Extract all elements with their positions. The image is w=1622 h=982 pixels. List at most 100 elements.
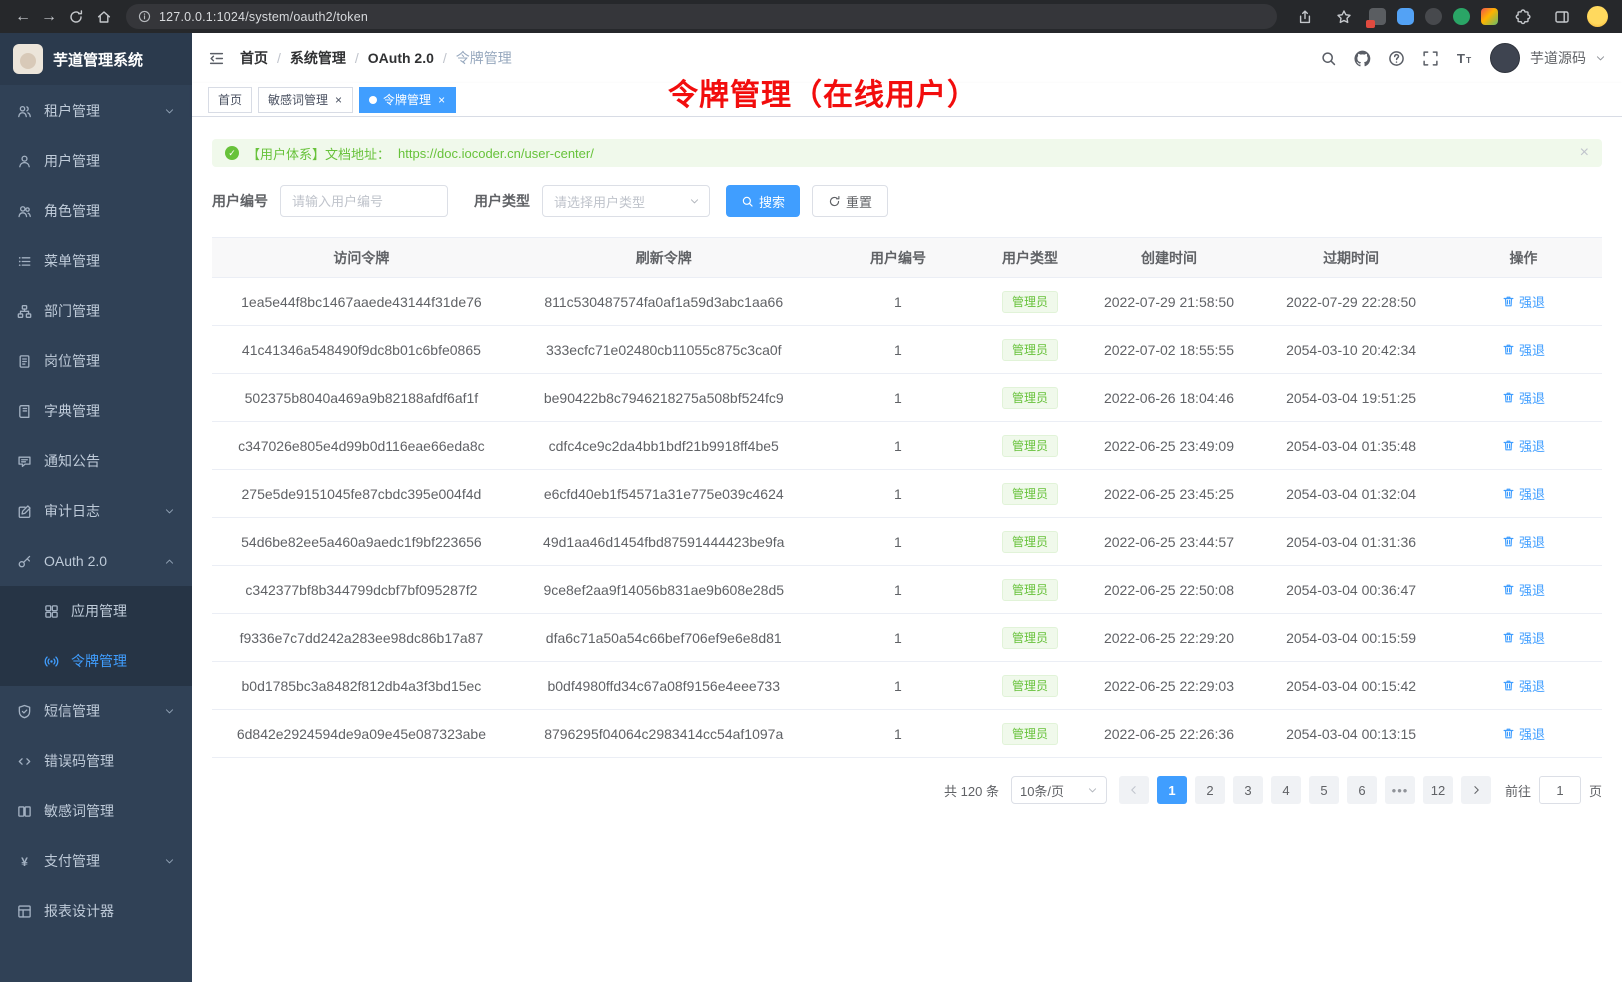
app-logo[interactable]: 芋道管理系统 <box>0 33 192 85</box>
user-type-select[interactable]: 请选择用户类型 <box>542 185 710 217</box>
tab-close-icon[interactable]: × <box>437 94 446 106</box>
tab-label: 敏感词管理 <box>268 91 328 108</box>
page-size-select[interactable]: 10条/页 <box>1011 776 1107 804</box>
sidebar-item-label: 用户管理 <box>44 151 100 171</box>
breadcrumb-item[interactable]: 首页 <box>240 48 268 68</box>
sidebar-item-role[interactable]: 角色管理 <box>0 186 192 236</box>
reset-button-label: 重置 <box>846 192 872 211</box>
sidebar-item-label: 角色管理 <box>44 201 100 221</box>
sidebar-item-dept[interactable]: 部门管理 <box>0 286 192 336</box>
tab-active-dot <box>369 96 377 104</box>
page-number-button[interactable]: 3 <box>1233 776 1263 804</box>
force-logout-button[interactable]: 强退 <box>1502 388 1545 407</box>
side-panel-icon[interactable] <box>1554 9 1570 25</box>
logo-image <box>13 44 43 74</box>
bookmark-star-icon[interactable] <box>1336 9 1352 25</box>
extensions-puzzle-icon[interactable] <box>1515 9 1531 25</box>
alert-link[interactable]: https://doc.iocoder.cn/user-center/ <box>398 146 594 161</box>
browser-profile-avatar[interactable] <box>1587 6 1608 27</box>
extension-icon-blue[interactable] <box>1397 8 1414 25</box>
extension-icon-green[interactable] <box>1453 8 1470 25</box>
breadcrumb-item[interactable]: OAuth 2.0 <box>368 50 434 66</box>
user-id-input[interactable] <box>280 185 448 217</box>
tab-close-icon[interactable]: × <box>334 94 343 106</box>
chevron-icon <box>164 556 175 567</box>
view-tab[interactable]: 令牌管理 × <box>359 87 456 113</box>
sidebar-item-post[interactable]: 岗位管理 <box>0 336 192 386</box>
sidebar-item-dict[interactable]: 字典管理 <box>0 386 192 436</box>
sidebar-subitem-app[interactable]: 应用管理 <box>0 586 192 636</box>
sidebar-item-pay[interactable]: ¥ 支付管理 <box>0 836 192 886</box>
sidebar-item-user[interactable]: 用户管理 <box>0 136 192 186</box>
sidebar-item-report[interactable]: 报表设计器 <box>0 886 192 936</box>
page-number-button[interactable]: 4 <box>1271 776 1301 804</box>
sidebar-item-label: 菜单管理 <box>44 251 100 271</box>
page-number-button[interactable]: 2 <box>1195 776 1225 804</box>
force-logout-button[interactable]: 强退 <box>1502 436 1545 455</box>
extension-icon-badged[interactable] <box>1369 8 1386 25</box>
sidebar-item-icon <box>17 254 32 269</box>
table-row: 502375b8040a469a9b82188afdf6af1f be90422… <box>212 374 1602 422</box>
force-logout-button[interactable]: 强退 <box>1502 292 1545 311</box>
sidebar-item-sms[interactable]: 短信管理 <box>0 686 192 736</box>
sidebar-item-notice[interactable]: 通知公告 <box>0 436 192 486</box>
sidebar-collapse-button[interactable] <box>208 50 225 67</box>
sidebar-subitem-token[interactable]: 令牌管理 <box>0 636 192 686</box>
user-avatar[interactable] <box>1490 43 1520 73</box>
sidebar-item-errcode[interactable]: 错误码管理 <box>0 736 192 786</box>
svg-text:T: T <box>1457 51 1465 66</box>
address-bar[interactable]: 127.0.0.1:1024/system/oauth2/token <box>126 4 1277 29</box>
sidebar-item-menu[interactable]: 菜单管理 <box>0 236 192 286</box>
caret-down-icon[interactable] <box>1595 53 1606 64</box>
force-logout-button[interactable]: 强退 <box>1502 580 1545 599</box>
fullscreen-icon[interactable] <box>1422 50 1439 67</box>
sidebar-item-sensitive[interactable]: 敏感词管理 <box>0 786 192 836</box>
extension-icon-colored[interactable] <box>1481 8 1498 25</box>
sidebar-item-users[interactable]: 租户管理 <box>0 86 192 136</box>
more-pages-button[interactable]: ••• <box>1385 776 1415 804</box>
reset-button[interactable]: 重置 <box>812 185 888 217</box>
sidebar-item-label: 报表设计器 <box>44 901 114 921</box>
cell-create-time: 2022-07-29 21:58:50 <box>1081 278 1258 326</box>
force-logout-button[interactable]: 强退 <box>1502 724 1545 743</box>
user-name[interactable]: 芋道源码 <box>1530 48 1586 68</box>
extension-icon-dark[interactable] <box>1425 8 1442 25</box>
cell-actions: 强退 <box>1445 470 1602 518</box>
github-icon[interactable] <box>1354 50 1371 67</box>
share-icon[interactable] <box>1297 9 1313 25</box>
sidebar-item-oauth[interactable]: OAuth 2.0 <box>0 536 192 586</box>
force-logout-button[interactable]: 强退 <box>1502 484 1545 503</box>
alert-close-icon[interactable]: × <box>1580 145 1589 161</box>
sidebar-item-label: 租户管理 <box>44 101 100 121</box>
breadcrumb-separator: / <box>443 50 447 66</box>
sidebar-item-icon <box>17 704 32 719</box>
help-icon[interactable] <box>1388 50 1405 67</box>
prev-page-button[interactable] <box>1119 776 1149 804</box>
site-info-icon[interactable] <box>138 10 151 23</box>
browser-home-button[interactable] <box>96 9 112 25</box>
page-number-button[interactable]: 6 <box>1347 776 1377 804</box>
cell-actions: 强退 <box>1445 326 1602 374</box>
page-number-button[interactable]: 5 <box>1309 776 1339 804</box>
page-number-button[interactable]: 1 <box>1157 776 1187 804</box>
next-page-button[interactable] <box>1461 776 1491 804</box>
cell-user-type: 管理员 <box>979 662 1080 710</box>
view-tab[interactable]: 敏感词管理 × <box>258 87 353 113</box>
page-number-button[interactable]: 12 <box>1423 776 1453 804</box>
browser-forward-button[interactable]: → <box>36 4 62 30</box>
browser-reload-button[interactable] <box>68 9 84 25</box>
view-tab[interactable]: 首页 <box>208 87 252 113</box>
force-logout-label: 强退 <box>1519 436 1545 455</box>
sidebar-item-log[interactable]: 审计日志 <box>0 486 192 536</box>
font-size-icon[interactable]: TT <box>1456 50 1473 67</box>
force-logout-button[interactable]: 强退 <box>1502 340 1545 359</box>
breadcrumb-item[interactable]: 系统管理 <box>290 48 346 68</box>
force-logout-button[interactable]: 强退 <box>1502 532 1545 551</box>
force-logout-button[interactable]: 强退 <box>1502 676 1545 695</box>
search-icon[interactable] <box>1320 50 1337 67</box>
search-button[interactable]: 搜索 <box>726 185 800 217</box>
browser-back-button[interactable]: ← <box>10 4 36 30</box>
force-logout-button[interactable]: 强退 <box>1502 628 1545 647</box>
sidebar: 芋道管理系统 租户管理 用户管理 角色管理 菜单管理 部门管理 岗位管理 字典管… <box>0 33 192 982</box>
jump-page-input[interactable] <box>1539 776 1581 804</box>
